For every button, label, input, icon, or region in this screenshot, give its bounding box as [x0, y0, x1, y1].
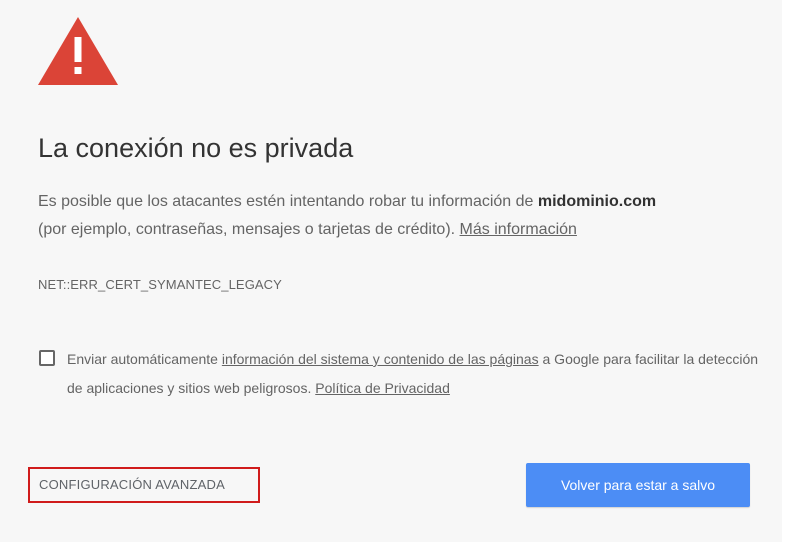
privacy-policy-link[interactable]: Política de Privacidad: [315, 380, 450, 396]
interstitial-page: La conexión no es privada Es posible que…: [0, 0, 794, 542]
back-to-safety-button[interactable]: Volver para estar a salvo: [526, 463, 750, 507]
error-code: NET::ERR_CERT_SYMANTEC_LEGACY: [38, 277, 282, 292]
send-report-checkbox[interactable]: [39, 350, 55, 366]
description-text-continued: (por ejemplo, contraseñas, mensajes o ta…: [38, 221, 460, 238]
send-report-label: Enviar automáticamente información del s…: [67, 345, 767, 403]
scrollbar-track: [782, 0, 794, 542]
learn-more-link[interactable]: Más información: [460, 221, 577, 238]
advanced-settings-button[interactable]: CONFIGURACIÓN AVANZADA: [39, 477, 225, 492]
domain-name: midominio.com: [537, 193, 657, 210]
advanced-highlight-box: CONFIGURACIÓN AVANZADA: [28, 467, 260, 503]
system-info-link[interactable]: información del sistema y contenido de l…: [222, 351, 539, 367]
error-description: Es posible que los atacantes estén inten…: [38, 188, 688, 244]
optin-text: Enviar automáticamente: [67, 351, 222, 367]
warning-triangle-icon: [38, 17, 118, 85]
description-text: Es posible que los atacantes estén inten…: [38, 193, 538, 210]
page-title: La conexión no es privada: [38, 133, 354, 163]
